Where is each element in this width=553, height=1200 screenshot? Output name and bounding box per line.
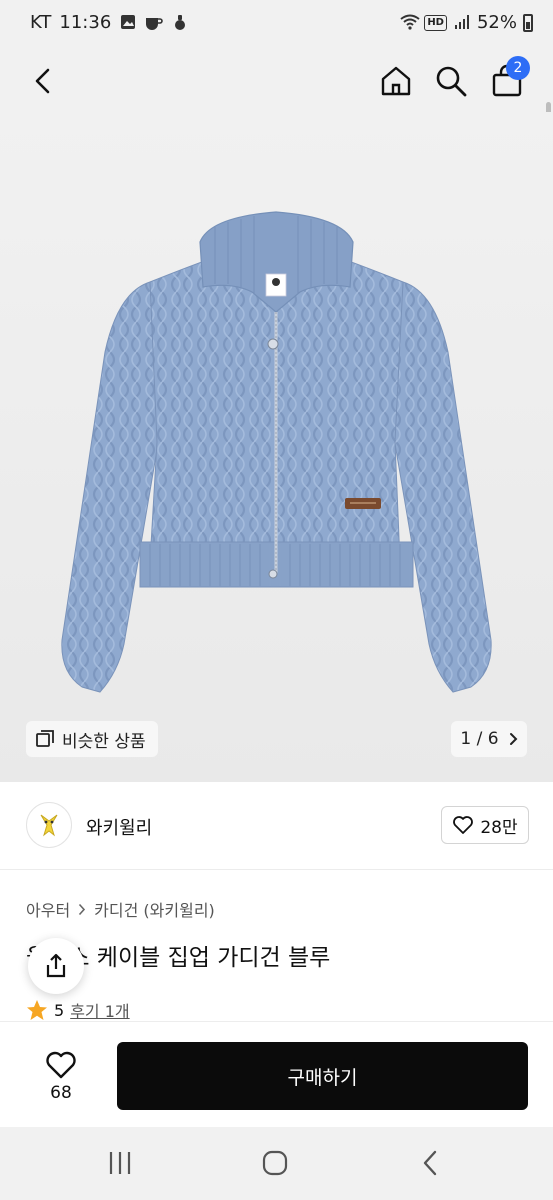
copy-icon [36, 730, 54, 747]
battery-percent: 52% [476, 12, 517, 33]
gallery-pager[interactable]: 1 / 6 [451, 721, 527, 757]
heart-icon [453, 816, 474, 834]
pager-text: 1 / 6 [460, 729, 499, 749]
carrier: KT [30, 12, 52, 33]
share-icon [46, 953, 66, 978]
system-home-button[interactable] [255, 1145, 295, 1181]
signal-icon [453, 14, 471, 32]
android-icon [171, 14, 189, 32]
system-back-button[interactable] [410, 1145, 450, 1181]
share-button[interactable] [28, 938, 84, 994]
back-nav-icon [423, 1150, 437, 1176]
product-gallery[interactable]: 비슷한 상품 1 / 6 [0, 112, 553, 782]
breadcrumb-category[interactable]: 아우터 [26, 897, 70, 921]
similar-products-button[interactable]: 비슷한 상품 [26, 721, 158, 757]
brand-row: 와키윌리 28만 [0, 782, 553, 870]
wishlist-button[interactable]: 68 [26, 1042, 96, 1112]
bottom-action-bar: 68 구매하기 [0, 1021, 553, 1127]
star-icon [27, 1000, 47, 1020]
heart-icon [46, 1051, 76, 1079]
breadcrumb: 아우터 카디건 (와키윌리) [26, 897, 215, 921]
home-button[interactable] [373, 58, 419, 104]
status-left: KT 11:36 [30, 12, 189, 33]
brand-like-button[interactable]: 28만 [441, 806, 529, 844]
brand-logo-mark [40, 814, 58, 837]
home-icon [381, 66, 411, 96]
buy-button[interactable]: 구매하기 [117, 1042, 528, 1110]
home-circle-icon [262, 1150, 288, 1176]
brand-name[interactable]: 와키윌리 [86, 814, 152, 840]
brand-like-count: 28만 [480, 817, 518, 838]
system-nav-bar [0, 1127, 553, 1200]
search-button[interactable] [428, 58, 474, 104]
recent-apps-icon [109, 1152, 131, 1174]
cart-count-badge: 2 [506, 56, 530, 80]
chevron-right-icon [79, 903, 86, 915]
wifi-icon [400, 14, 420, 32]
product-image [61, 211, 492, 693]
breadcrumb-subcategory[interactable]: 카디건 (와키윌리) [94, 897, 215, 921]
clock: 11:36 [59, 12, 112, 33]
back-button[interactable] [20, 58, 66, 104]
recent-apps-button[interactable] [100, 1145, 140, 1181]
brand-logo[interactable] [26, 802, 72, 848]
status-bar: KT 11:36 HD 52% [0, 0, 553, 50]
similar-products-label: 비슷한 상품 [62, 731, 146, 752]
review-link[interactable]: 후기 1개 [70, 998, 129, 1022]
rating-row: 5 후기 1개 [26, 998, 130, 1022]
status-right: HD 52% [400, 12, 533, 33]
coffee-icon [145, 14, 164, 32]
search-icon [436, 66, 467, 97]
hd-icon: HD [424, 14, 447, 31]
battery-icon [523, 13, 533, 32]
wishlist-count: 68 [50, 1083, 72, 1103]
back-icon [35, 68, 50, 94]
cart-button[interactable]: 2 [484, 56, 530, 104]
gallery-icon [119, 14, 137, 32]
rating-value: 5 [54, 1000, 65, 1020]
chevron-right-icon [509, 733, 517, 745]
top-nav: 2 [0, 50, 553, 172]
